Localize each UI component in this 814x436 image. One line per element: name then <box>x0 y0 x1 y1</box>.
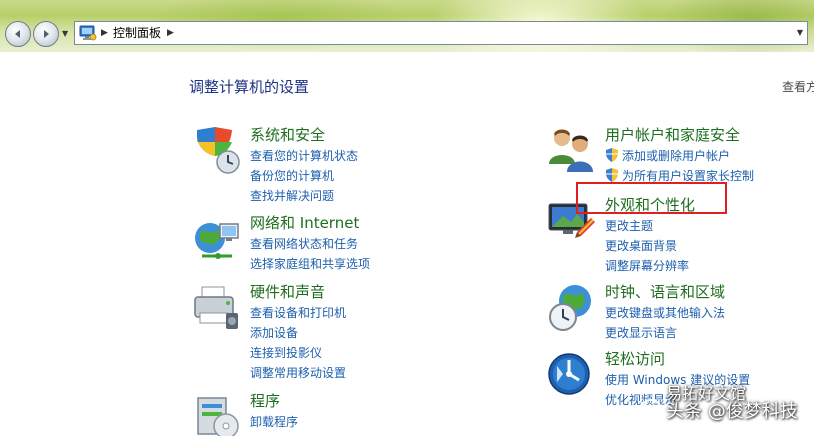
back-button[interactable] <box>5 21 31 47</box>
link-desktop-background[interactable]: 更改桌面背景 <box>605 238 677 254</box>
link-troubleshoot[interactable]: 查找并解决问题 <box>250 188 334 204</box>
link-view-computer-status[interactable]: 查看您的计算机状态 <box>250 148 358 164</box>
page-title: 调整计算机的设置 <box>189 78 310 96</box>
forward-button[interactable] <box>33 21 59 47</box>
content-area: 调整计算机的设置 查看方 系统和安全 查看您的计算机状态 备份您的计算机 查找并… <box>0 52 814 436</box>
address-dropdown[interactable]: ▼ <box>793 22 807 44</box>
category-title[interactable]: 程序 <box>250 392 280 410</box>
control-panel-icon <box>79 25 97 41</box>
ease-of-access-icon <box>548 353 590 395</box>
category-title[interactable]: 网络和 Internet <box>250 214 359 232</box>
link-display-language[interactable]: 更改显示语言 <box>605 325 677 341</box>
link-network-status[interactable]: 查看网络状态和任务 <box>250 236 358 252</box>
printer-icon <box>194 286 238 329</box>
link-label[interactable]: 为所有用户设置家长控制 <box>622 169 754 183</box>
watermark-overlay-text: 易拓好文馆 <box>666 384 747 403</box>
recent-pages-dropdown[interactable]: ▼ <box>62 30 70 38</box>
breadcrumb-separator[interactable]: ▶ <box>167 27 174 39</box>
clock-globe-icon <box>549 285 591 331</box>
link-label[interactable]: 添加或删除用户帐户 <box>622 149 730 163</box>
category-title[interactable]: 时钟、语言和区域 <box>605 283 725 301</box>
link-homegroup-sharing[interactable]: 选择家庭组和共享选项 <box>250 256 370 272</box>
network-globe-icon <box>195 223 239 259</box>
watermark-overlay: 易拓好文馆 <box>666 380 814 410</box>
link-mobility-settings[interactable]: 调整常用移动设置 <box>250 365 346 381</box>
category-title[interactable]: 用户帐户和家庭安全 <box>605 126 740 144</box>
users-icon <box>549 129 593 172</box>
view-by-link[interactable]: 查看方 <box>782 78 814 95</box>
uac-shield-icon <box>606 168 618 182</box>
link-keyboard-input[interactable]: 更改键盘或其他输入法 <box>605 305 725 321</box>
shield-computer-icon <box>197 127 240 174</box>
breadcrumb-separator[interactable]: ▶ <box>101 27 108 39</box>
link-add-remove-accounts[interactable]: 添加或删除用户帐户 <box>605 148 730 164</box>
link-devices-printers[interactable]: 查看设备和打印机 <box>250 305 346 321</box>
address-bar[interactable]: ▶ 控制面板 ▶ ▼ <box>74 21 808 45</box>
breadcrumb-control-panel[interactable]: 控制面板 <box>113 26 161 40</box>
category-title[interactable]: 系统和安全 <box>250 126 325 144</box>
link-change-theme[interactable]: 更改主题 <box>605 218 653 234</box>
arrow-right-icon <box>44 30 49 38</box>
arrow-left-icon <box>15 30 20 38</box>
category-title[interactable]: 轻松访问 <box>605 350 665 368</box>
window-titlebar: ▼ ▶ 控制面板 ▶ ▼ <box>0 0 814 80</box>
link-connect-projector[interactable]: 连接到投影仪 <box>250 345 322 361</box>
link-screen-resolution[interactable]: 调整屏幕分辨率 <box>605 258 689 274</box>
link-add-device[interactable]: 添加设备 <box>250 325 298 341</box>
link-backup-computer[interactable]: 备份您的计算机 <box>250 168 334 184</box>
toutiao-logo-icon <box>640 399 662 421</box>
category-title[interactable]: 硬件和声音 <box>250 283 325 301</box>
uac-shield-icon <box>606 148 618 162</box>
link-uninstall-program[interactable]: 卸载程序 <box>250 414 298 430</box>
programs-icon <box>197 397 239 436</box>
highlight-annotation <box>576 182 727 214</box>
